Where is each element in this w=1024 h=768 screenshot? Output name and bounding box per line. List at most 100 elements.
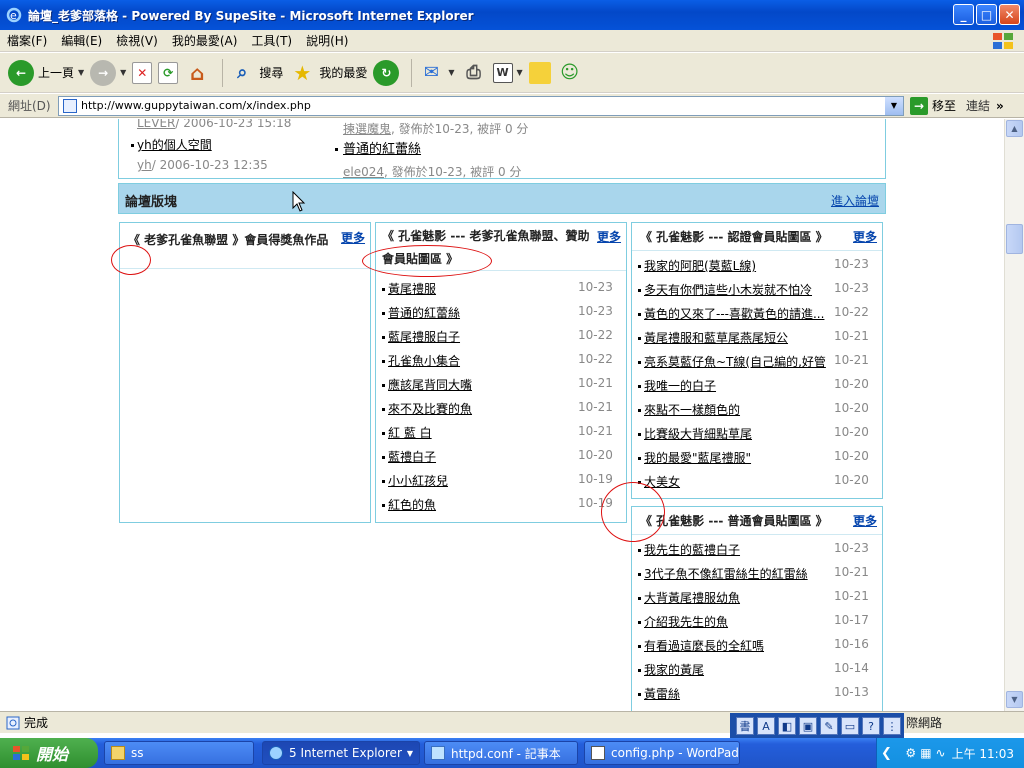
post-title-link[interactable]: 多天有你們這些小木炭就不怕冷 [644, 283, 812, 297]
list-item[interactable]: 多天有你們這些小木炭就不怕冷 [638, 281, 812, 298]
forward-dropdown-icon[interactable]: ▼ [120, 68, 126, 77]
list-item[interactable]: 3代子魚不像紅雷絲生的紅雷絲 [638, 565, 808, 582]
more-link[interactable]: 更多 [853, 512, 877, 529]
search-button[interactable]: ⌕ 搜尋 [229, 57, 283, 89]
scroll-down-icon[interactable]: ▼ [1006, 691, 1023, 708]
list-item[interactable]: 我家的阿肥(莫藍L線) [638, 257, 756, 274]
scroll-thumb[interactable] [1006, 224, 1023, 254]
list-item[interactable]: 黃尾禮服和藍草尾燕尾短公 [638, 329, 788, 346]
post-title-link[interactable]: 紅色的魚 [388, 498, 436, 512]
scroll-up-icon[interactable]: ▲ [1006, 120, 1023, 137]
post-title-link[interactable]: 我唯一的白子 [644, 379, 716, 393]
back-dropdown-icon[interactable]: ▼ [78, 68, 84, 77]
ime-mode-icon[interactable]: 書 [736, 717, 754, 735]
list-item[interactable]: 孔雀魚小集合 [382, 352, 460, 369]
menu-view[interactable]: 檢視(V) [109, 32, 165, 49]
post-title-link[interactable]: 普通的紅蕾絲 [343, 142, 421, 157]
task-notepad[interactable]: httpd.conf - 記事本 [424, 741, 578, 765]
forward-button[interactable]: → ▼ [90, 57, 126, 89]
start-button[interactable]: 開始 [0, 738, 98, 768]
back-button[interactable]: ← 上一頁 ▼ [8, 57, 84, 89]
list-item[interactable]: 比賽級大背細點草尾 [638, 425, 752, 442]
links-button[interactable]: 連結 [966, 97, 990, 114]
post-title-link[interactable]: 黃尾禮服 [388, 282, 436, 296]
ime-help-icon[interactable]: ? [862, 717, 880, 735]
history-button[interactable]: ↻ [373, 57, 400, 89]
post-title-link[interactable]: 黃色的又來了---喜歡黃色的請進... [644, 307, 824, 321]
post-title-link[interactable]: 我先生的藍禮白子 [644, 543, 740, 557]
list-item[interactable]: 我家的黃尾 [638, 661, 704, 678]
edit-button[interactable]: W ▼ [492, 57, 523, 89]
settings-tray-icon[interactable]: ⚙ [905, 746, 916, 760]
task-folder[interactable]: ss [104, 741, 254, 765]
maximize-button[interactable]: □ [976, 4, 997, 25]
more-link[interactable]: 更多 [341, 229, 365, 246]
post-title-link[interactable]: 普通的紅蕾絲 [388, 306, 460, 320]
menu-help[interactable]: 說明(H) [299, 32, 355, 49]
list-item[interactable]: 有看過這麼長的全紅嗎 [638, 637, 764, 654]
post-title-link[interactable]: 有看過這麼長的全紅嗎 [644, 639, 764, 653]
post-title-link[interactable]: 來點不一樣顏色的 [644, 403, 740, 417]
close-button[interactable]: ✕ [999, 4, 1020, 25]
user-link[interactable]: LEVER [137, 119, 175, 130]
list-item[interactable]: 藍禮白子 [382, 448, 436, 465]
more-link[interactable]: 更多 [597, 228, 621, 245]
menu-tools[interactable]: 工具(T) [244, 32, 299, 49]
list-item[interactable]: 我先生的藍禮白子 [638, 541, 740, 558]
network-tray-icon[interactable]: ▦ [920, 746, 931, 760]
post-title-link[interactable]: 小小紅孩兒 [388, 474, 448, 488]
chevron-right-icon[interactable]: » [996, 99, 1004, 113]
list-item[interactable]: 大背黃尾禮服幼魚 [638, 589, 740, 606]
user-link[interactable]: ele024 [343, 165, 384, 179]
list-item[interactable]: 普通的紅蕾絲 [382, 304, 460, 321]
post-title-link[interactable]: 我家的阿肥(莫藍L線) [644, 259, 756, 273]
address-input[interactable]: http://www.guppytaiwan.com/x/index.php ▼ [58, 95, 904, 116]
address-dropdown-icon[interactable]: ▼ [885, 96, 903, 115]
post-title-link[interactable]: 藍禮白子 [388, 450, 436, 464]
favorites-button[interactable]: ★ 我的最愛 [289, 57, 367, 89]
post-title-link[interactable]: 大背黃尾禮服幼魚 [644, 591, 740, 605]
ime-pen-icon[interactable]: ✎ [820, 717, 838, 735]
tray-expand-icon[interactable]: ❮ [881, 746, 892, 761]
post-title-link[interactable]: 應該尾背同大嘴 [388, 378, 472, 392]
list-item[interactable]: 黃雷絲 [638, 685, 680, 702]
ime-menu-icon[interactable]: ⋮ [883, 717, 901, 735]
discuss-button[interactable] [528, 57, 551, 89]
edit-dropdown-icon[interactable]: ▼ [517, 68, 523, 77]
list-item[interactable]: 亮系莫藍仔魚~T線(自己編的,好管 [638, 353, 826, 370]
list-item[interactable]: 來不及比賽的魚 [382, 400, 472, 417]
print-button[interactable]: ⎙ [461, 57, 487, 89]
post-title-link[interactable]: 亮系莫藍仔魚~T線(自己編的,好管 [644, 355, 826, 369]
user-link[interactable]: 揀選魔鬼 [343, 122, 391, 136]
messenger-button[interactable]: ☺ [557, 57, 583, 89]
user-link[interactable]: yh [137, 158, 152, 172]
list-item[interactable]: 紅 藍 白 [382, 424, 432, 441]
list-item[interactable]: 我的最愛"藍尾禮服" [638, 449, 751, 466]
refresh-button[interactable]: ⟳ [158, 57, 179, 89]
post-title-link[interactable]: 黃雷絲 [644, 687, 680, 701]
list-item[interactable]: 黃尾禮服 [382, 280, 436, 297]
list-item[interactable]: 介紹我先生的魚 [638, 613, 728, 630]
list-item[interactable]: 來點不一樣顏色的 [638, 401, 740, 418]
ime-alpha-icon[interactable]: A [757, 717, 775, 735]
list-item[interactable]: 藍尾禮服白子 [382, 328, 460, 345]
post-title-link[interactable]: 介紹我先生的魚 [644, 615, 728, 629]
ime-width-icon[interactable]: ◧ [778, 717, 796, 735]
stop-button[interactable]: ✕ [132, 57, 153, 89]
enter-forum-link[interactable]: 進入論壇 [831, 192, 879, 209]
home-button[interactable]: ⌂ [184, 57, 210, 89]
vertical-scrollbar[interactable]: ▲ ▼ [1004, 119, 1024, 711]
menu-edit[interactable]: 編輯(E) [54, 32, 109, 49]
task-wordpad[interactable]: config.php - WordPad [584, 741, 740, 765]
list-item[interactable]: 黃色的又來了---喜歡黃色的請進... [638, 305, 824, 322]
space-title-link[interactable]: yh的個人空間 [137, 138, 212, 152]
post-title-link[interactable]: 紅 藍 白 [388, 426, 432, 440]
post-title-link[interactable]: 來不及比賽的魚 [388, 402, 472, 416]
list-item[interactable]: 應該尾背同大嘴 [382, 376, 472, 393]
task-internet-explorer[interactable]: 5 Internet Explorer ▼ [262, 741, 420, 765]
post-title-link[interactable]: 我家的黃尾 [644, 663, 704, 677]
post-title-link[interactable]: 我的最愛"藍尾禮服" [644, 451, 751, 465]
ime-pad-icon[interactable]: ▭ [841, 717, 859, 735]
menu-file[interactable]: 檔案(F) [0, 32, 54, 49]
post-title-link[interactable]: 孔雀魚小集合 [388, 354, 460, 368]
